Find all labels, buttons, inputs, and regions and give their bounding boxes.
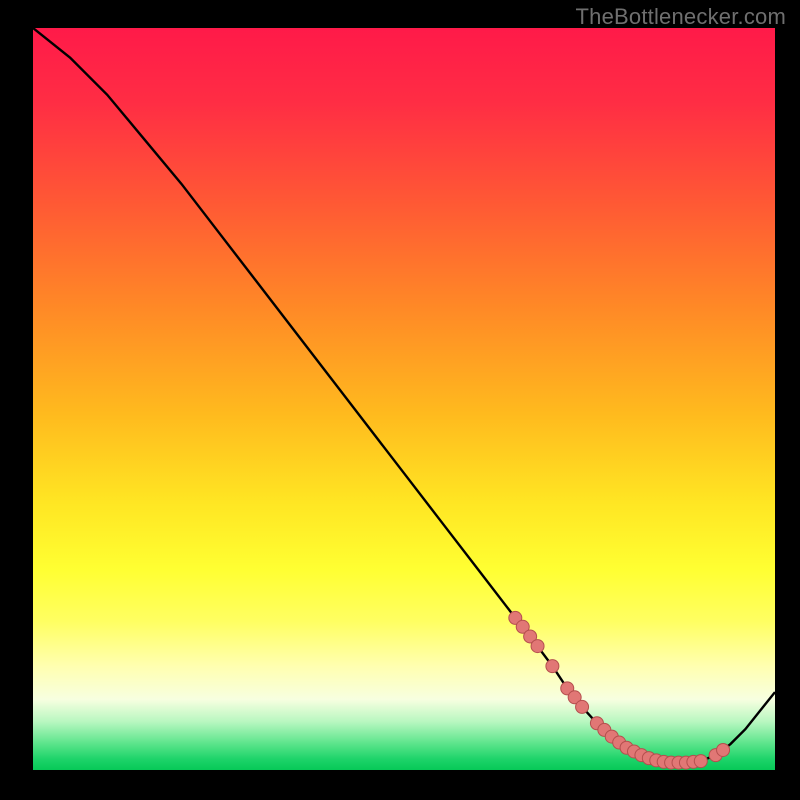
marker-point <box>576 700 589 713</box>
marker-point <box>546 660 559 673</box>
bottleneck-chart <box>0 0 800 800</box>
marker-point <box>531 640 544 653</box>
marker-point <box>694 755 707 768</box>
marker-point <box>717 743 730 756</box>
chart-stage: TheBottlenecker.com <box>0 0 800 800</box>
